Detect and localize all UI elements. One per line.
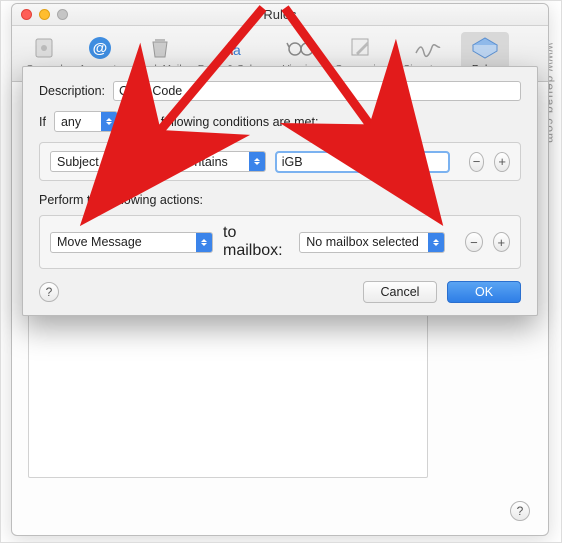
add-action-button[interactable]: +: [493, 232, 510, 252]
chevron-updown-icon: [196, 233, 212, 252]
chevron-updown-icon: [428, 233, 444, 252]
add-condition-button[interactable]: +: [494, 152, 510, 172]
actions-title: Perform the following actions:: [39, 193, 521, 207]
sheet-help-button[interactable]: ?: [39, 282, 59, 302]
action-row: Move Message to mailbox: No mailbox sele…: [39, 215, 521, 269]
cancel-button[interactable]: Cancel: [363, 281, 437, 303]
if-label: If: [39, 115, 46, 129]
if-mode-select[interactable]: any: [54, 111, 118, 132]
select-value: No mailbox selected: [300, 235, 428, 249]
chevron-updown-icon: [147, 152, 163, 171]
window-title: Rules: [12, 7, 548, 22]
select-value: Move Message: [51, 235, 196, 249]
compose-icon: [345, 34, 377, 62]
svg-text:@: @: [93, 40, 108, 57]
trash-icon: [144, 34, 176, 62]
ok-button[interactable]: OK: [447, 281, 521, 303]
help-button[interactable]: ?: [510, 501, 530, 521]
preferences-window: Rules General @ Accounts Junk Mail: [11, 3, 549, 536]
remove-action-button[interactable]: −: [465, 232, 482, 252]
action-type-select[interactable]: Move Message: [50, 232, 213, 253]
svg-text:a: a: [233, 42, 241, 58]
chevron-updown-icon: [101, 112, 117, 131]
titlebar: Rules: [12, 4, 548, 26]
rules-icon: [469, 34, 501, 62]
select-value: Subject: [51, 155, 147, 169]
action-mailbox-select[interactable]: No mailbox selected: [299, 232, 445, 253]
gear-icon: [28, 34, 60, 62]
if-tail-label: of the following conditions are met:: [126, 115, 318, 129]
description-input[interactable]: [113, 81, 521, 101]
select-value: contains: [175, 155, 248, 169]
action-mid-label: to mailbox:: [223, 224, 289, 260]
condition-value-input[interactable]: [276, 152, 449, 172]
rule-edit-sheet: Description: If any of the following con…: [22, 66, 538, 316]
condition-operator-select[interactable]: contains: [174, 151, 265, 172]
glasses-icon: [285, 34, 317, 62]
fonts-icon: Aa: [216, 34, 248, 62]
at-icon: @: [84, 34, 116, 62]
description-label: Description:: [39, 84, 105, 98]
remove-condition-button[interactable]: −: [469, 152, 485, 172]
chevron-updown-icon: [249, 152, 265, 171]
condition-field-select[interactable]: Subject: [50, 151, 164, 172]
select-value: any: [55, 115, 101, 129]
signature-icon: [412, 34, 444, 62]
condition-row: Subject contains − +: [39, 142, 521, 181]
